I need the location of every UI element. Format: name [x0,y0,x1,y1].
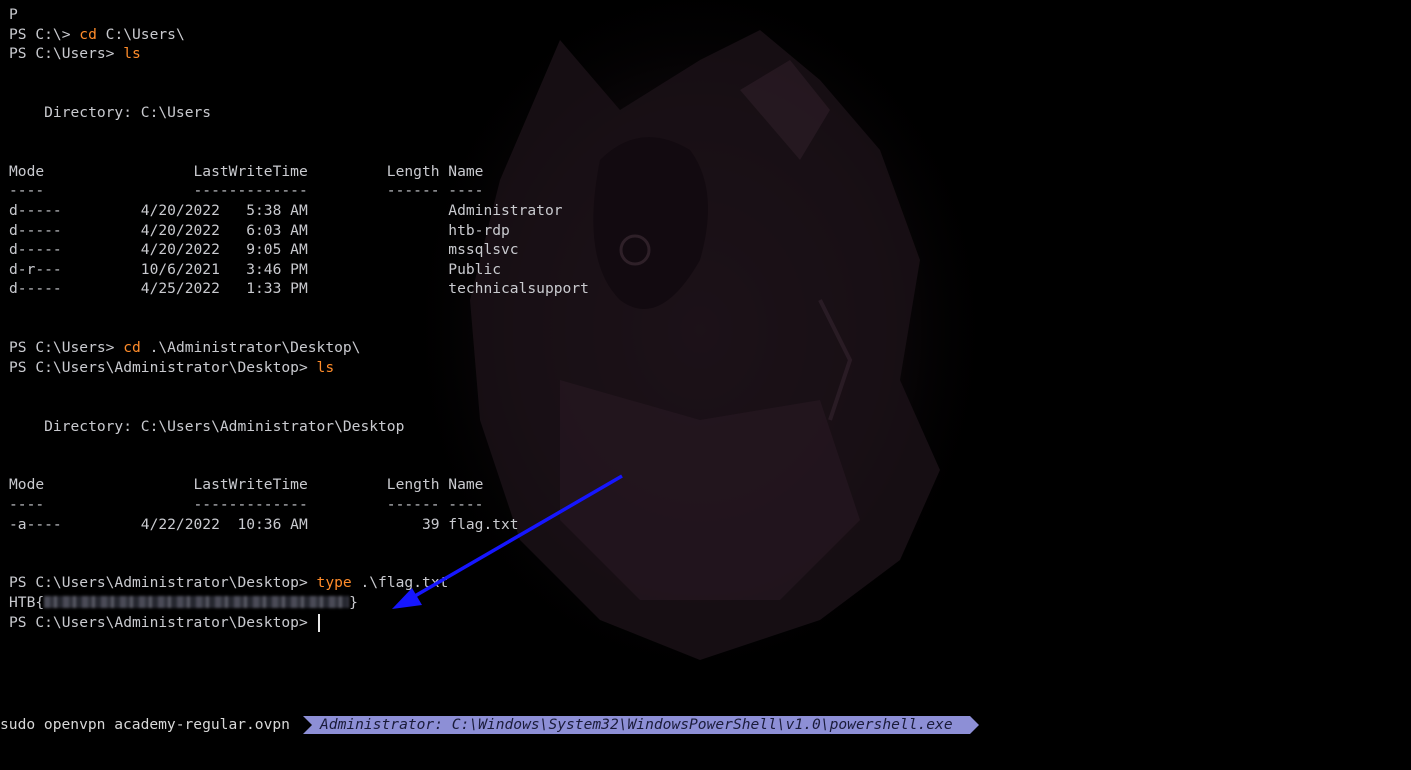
command-keyword: cd [123,339,141,357]
prompt-text: PS C:\Users\Administrator\Desktop> [9,574,317,592]
terminal-output-line: Mode LastWriteTime Length Name [9,476,484,494]
command-arguments: .\flag.txt [351,574,449,592]
text-cursor[interactable] [317,613,320,632]
terminal-output-line: P [9,6,18,23]
terminal-command-line: PS C:\Users> ls [9,44,141,64]
active-window-tab-label: Administrator: C:\Windows\System32\Windo… [320,716,953,733]
prompt-text: PS C:\Users\Administrator\Desktop> [9,613,317,631]
terminal-output-line: Directory: C:\Users [9,104,212,121]
command-arguments: C:\Users\ [96,25,185,43]
prompt-text: PS C:\> [9,25,80,43]
terminal-output-line: Mode LastWriteTime Length Name [9,162,484,180]
terminal-command-line: PS C:\Users> cd .\Administrator\Desktop\ [9,338,360,358]
command-keyword: ls [123,45,141,63]
command-keyword: cd [79,25,97,43]
prompt-text: PS C:\Users\Administrator\Desktop> [9,358,317,376]
terminal-active-prompt: PS C:\Users\Administrator\Desktop> [9,613,320,633]
terminal-output-line: ---- ------------- ------ ---- [9,496,484,513]
active-window-tab[interactable]: Administrator: C:\Windows\System32\Windo… [303,716,979,734]
terminal-output-line: d-r--- 10/6/2021 3:46 PM Public [9,260,502,278]
terminal-command-line: PS C:\Users\Administrator\Desktop> type … [9,573,448,593]
command-keyword: type [316,574,352,592]
prompt-text: PS C:\Users> [9,45,124,63]
status-bar: sudo openvpn academy-regular.ovpn Admini… [0,716,1411,734]
terminal-command-line: PS C:\> cd C:\Users\ [9,25,185,45]
command-keyword: ls [316,358,335,376]
command-arguments: .\Administrator\Desktop\ [140,339,361,357]
terminal-output-line: Directory: C:\Users\Administrator\Deskto… [9,417,405,435]
terminal-output-line: d----- 4/25/2022 1:33 PM technicalsuppor… [9,280,589,298]
status-session-label[interactable]: sudo openvpn academy-regular.ovpn [0,716,290,734]
terminal-output-line: d----- 4/20/2022 9:05 AM mssqlsvc [9,241,519,259]
terminal-output[interactable]: P PS C:\> cd C:\Users\ PS C:\Users> ls Dir… [0,0,1411,714]
terminal-output-line: d----- 4/20/2022 6:03 AM htb-rdp [9,221,510,239]
terminal-command-line: PS C:\Users\Administrator\Desktop> ls [9,358,334,378]
prompt-text: PS C:\Users> [9,339,124,357]
redacted-flag [44,596,350,608]
terminal-output-line: -a---- 4/22/2022 10:36 AM 39 flag.txt [9,515,519,533]
flag-output-line: HTB{} [9,593,358,613]
terminal-output-line: ---- ------------- ------ ---- [9,182,484,200]
terminal-output-line: d----- 4/20/2022 5:38 AM Administrator [9,202,563,219]
flag-prefix: HTB{ [9,594,45,611]
flag-suffix: } [349,594,358,611]
